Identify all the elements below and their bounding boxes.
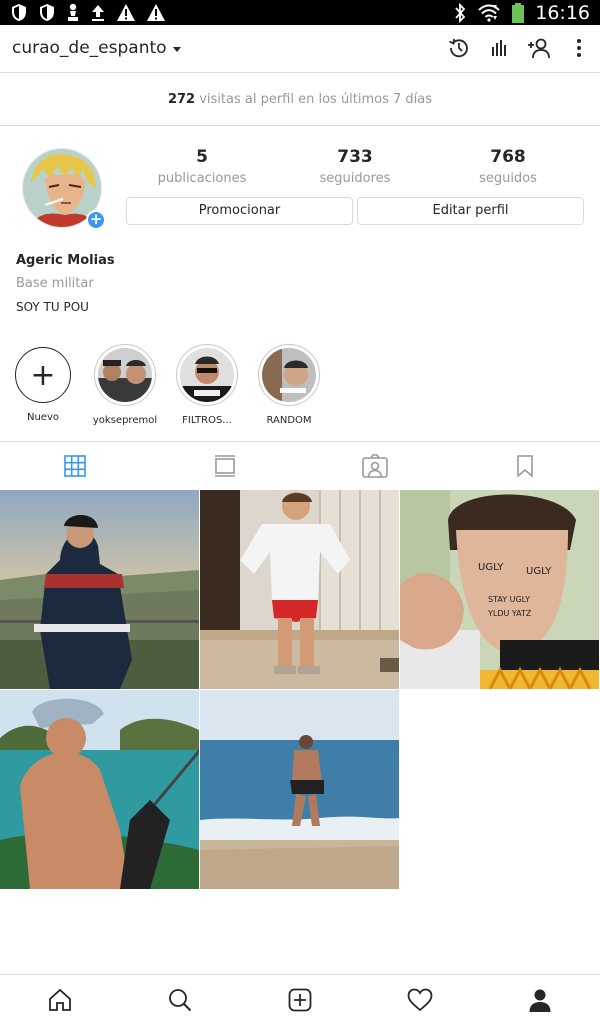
add-post-icon xyxy=(288,988,312,1011)
home-icon xyxy=(49,988,71,1011)
highlight-label: Nuevo xyxy=(26,412,59,423)
nav-add-post[interactable] xyxy=(240,975,360,1024)
more-icon[interactable] xyxy=(566,35,592,61)
heart-icon xyxy=(407,988,433,1011)
profile-stats: 5 publicaciones 733 seguidores 768 segui… xyxy=(126,146,584,192)
grid-icon xyxy=(64,454,86,477)
nav-profile[interactable] xyxy=(480,975,600,1024)
history-icon[interactable] xyxy=(446,35,472,61)
tagged-icon xyxy=(362,453,388,478)
shield-icon xyxy=(40,4,54,21)
tab-grid[interactable] xyxy=(0,442,150,489)
highlight-label: yoksepremol xyxy=(92,415,158,426)
svg-text:UGLY: UGLY xyxy=(478,562,504,573)
profile-icon xyxy=(529,989,551,1012)
highlight-thumbnail xyxy=(262,348,316,402)
highlight-item[interactable]: FILTROS... xyxy=(167,344,247,426)
stat-following[interactable]: 768 seguidos xyxy=(432,146,584,190)
nav-activity[interactable] xyxy=(360,975,480,1024)
stat-value: 733 xyxy=(337,147,373,167)
post-thumbnail[interactable] xyxy=(0,690,199,889)
stat-posts[interactable]: 5 publicaciones xyxy=(126,146,278,190)
top-bar: curao_de_espanto xyxy=(0,25,600,73)
stat-followers[interactable]: 733 seguidores xyxy=(279,146,431,190)
bottom-nav xyxy=(0,974,600,1024)
post-thumbnail[interactable] xyxy=(200,690,399,889)
post-thumbnail[interactable]: UGLY UGLY STAY UGLY YLDU YATZ xyxy=(400,490,599,689)
visits-text: visitas al perfil en los últimos 7 días xyxy=(195,92,433,107)
post-thumbnail[interactable] xyxy=(0,490,199,689)
tab-feed[interactable] xyxy=(150,442,300,489)
profile-bio: Ageric Molias Base militar SOY TU POU xyxy=(16,252,115,316)
feed-icon xyxy=(215,454,235,477)
nav-search[interactable] xyxy=(120,975,240,1024)
plus-icon: + xyxy=(15,347,71,403)
pawn-icon xyxy=(68,3,78,21)
username: curao_de_espanto xyxy=(12,38,167,58)
svg-text:YLDU YATZ: YLDU YATZ xyxy=(487,609,532,618)
post-thumbnail[interactable] xyxy=(200,490,399,689)
clock: 16:16 xyxy=(535,1,590,24)
upload-icon xyxy=(92,5,104,21)
bluetooth-icon xyxy=(455,2,466,23)
stat-label: seguidores xyxy=(319,171,391,186)
saved-icon xyxy=(517,454,533,477)
profile-name: Ageric Molias xyxy=(16,253,115,268)
stat-value: 5 xyxy=(196,147,208,167)
shield-icon xyxy=(12,4,26,21)
stat-label: seguidos xyxy=(479,171,537,186)
nav-home[interactable] xyxy=(0,975,120,1024)
stat-value: 768 xyxy=(490,147,526,167)
promote-button[interactable]: Promocionar xyxy=(126,197,353,225)
profile-tabs xyxy=(0,441,600,489)
profile-bio-text: SOY TU POU xyxy=(16,300,89,314)
highlight-thumbnail xyxy=(98,348,152,402)
story-highlights: + Nuevo yoksepremol FILTROS... RANDOM xyxy=(0,344,600,434)
profile-visits-banner[interactable]: 272 visitas al perfil en los últimos 7 d… xyxy=(0,74,600,126)
account-switcher[interactable]: curao_de_espanto xyxy=(12,38,181,58)
svg-text:STAY UGLY: STAY UGLY xyxy=(488,595,530,604)
battery-icon xyxy=(512,2,525,23)
highlight-thumbnail xyxy=(180,348,234,402)
svg-text:UGLY: UGLY xyxy=(526,566,552,577)
highlight-item[interactable]: yoksepremol xyxy=(85,344,165,426)
highlight-label: FILTROS... xyxy=(182,415,232,426)
status-bar-system: 16:16 xyxy=(453,1,590,24)
tab-tagged[interactable] xyxy=(300,442,450,489)
highlight-item[interactable]: RANDOM xyxy=(249,344,329,426)
add-story-icon[interactable]: + xyxy=(86,210,106,230)
chevron-down-icon xyxy=(172,46,181,52)
insights-icon[interactable] xyxy=(486,35,512,61)
warning-icon xyxy=(117,4,135,21)
tab-saved[interactable] xyxy=(450,442,600,489)
visits-count: 272 xyxy=(167,92,196,107)
top-bar-actions xyxy=(446,35,592,61)
highlight-label: RANDOM xyxy=(266,415,312,426)
edit-profile-button[interactable]: Editar perfil xyxy=(357,197,584,225)
wifi-icon xyxy=(478,4,500,22)
stat-label: publicaciones xyxy=(157,171,247,186)
status-bar-notifications xyxy=(10,3,166,22)
search-icon xyxy=(169,988,192,1011)
highlight-new[interactable]: + Nuevo xyxy=(3,344,83,423)
add-person-icon[interactable] xyxy=(526,35,552,61)
warning-icon xyxy=(147,4,165,21)
status-bar: 16:16 xyxy=(0,0,600,25)
profile-avatar[interactable]: + xyxy=(22,148,106,230)
profile-category: Base militar xyxy=(16,276,94,291)
